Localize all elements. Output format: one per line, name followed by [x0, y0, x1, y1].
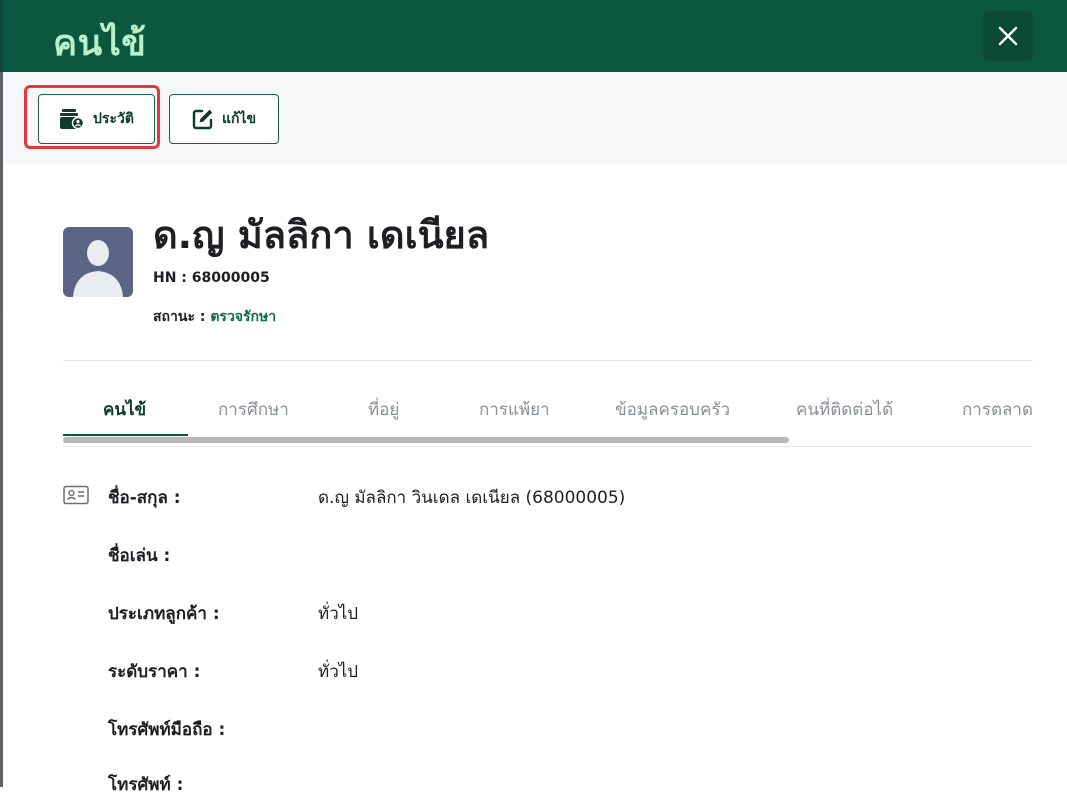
id-card-icon	[63, 485, 89, 505]
history-button-label: ประวัติ	[93, 111, 134, 127]
toolbar: ประวัติ แก้ไข	[3, 72, 1067, 164]
edit-icon	[192, 109, 213, 130]
tab-address[interactable]: ที่อยู่	[368, 396, 399, 423]
user-avatar-icon	[73, 240, 123, 297]
tab-allergy[interactable]: การแพ้ยา	[479, 396, 550, 423]
tab-marketing[interactable]: การตลาด	[962, 396, 1033, 423]
status-label: สถานะ :	[153, 309, 206, 325]
tab-family[interactable]: ข้อมูลครอบครัว	[615, 396, 730, 423]
status-line: สถานะ : ตรวจรักษา	[153, 306, 276, 328]
tabs-divider	[63, 446, 1033, 447]
tab-bar: คนไข้ การศึกษา ที่อยู่ การแพ้ยา ข้อมูลคร…	[63, 380, 1033, 446]
field-fullname-value: ด.ญ มัลลิกา วินเดล เดเนียล (68000005)	[318, 488, 626, 508]
history-button[interactable]: ประวัติ	[38, 94, 155, 144]
field-price-level-label: ระดับราคา :	[108, 662, 201, 682]
backdrop-arrow-icon: ›	[0, 312, 2, 328]
close-icon	[998, 26, 1018, 46]
field-price-level-value: ทั่วไป	[318, 662, 359, 682]
field-phone-label: โทรศัพท์ :	[108, 775, 184, 795]
modal-title: คนไข้	[53, 23, 147, 64]
hn-line: HN : 68000005	[153, 270, 270, 286]
avatar	[63, 227, 133, 297]
field-nickname-label: ชื่อเล่น :	[108, 546, 171, 566]
field-mobile-label: โทรศัพท์มือถือ :	[108, 720, 226, 740]
close-button[interactable]	[983, 11, 1033, 61]
tab-contacts[interactable]: คนที่ติดต่อได้	[796, 396, 893, 423]
field-fullname-label: ชื่อ-สกุล :	[108, 488, 181, 508]
active-tab-indicator	[63, 434, 188, 436]
tab-scrollbar[interactable]	[63, 437, 789, 443]
tab-patient[interactable]: คนไข้	[103, 396, 146, 423]
tab-education[interactable]: การศึกษา	[218, 396, 289, 423]
hn-label: HN :	[153, 270, 187, 286]
modal-header: คนไข้	[3, 0, 1067, 72]
wallet-user-icon	[60, 109, 85, 130]
hn-value: 68000005	[191, 270, 270, 286]
patient-name: ด.ญ มัลลิกา เดเนียล	[153, 213, 490, 257]
field-customer-type-label: ประเภทลูกค้า :	[108, 604, 220, 624]
status-value: ตรวจรักษา	[210, 309, 277, 325]
section-divider	[63, 360, 1033, 361]
edit-button[interactable]: แก้ไข	[169, 94, 279, 144]
field-customer-type-value: ทั่วไป	[318, 604, 359, 624]
edit-button-label: แก้ไข	[221, 111, 257, 127]
